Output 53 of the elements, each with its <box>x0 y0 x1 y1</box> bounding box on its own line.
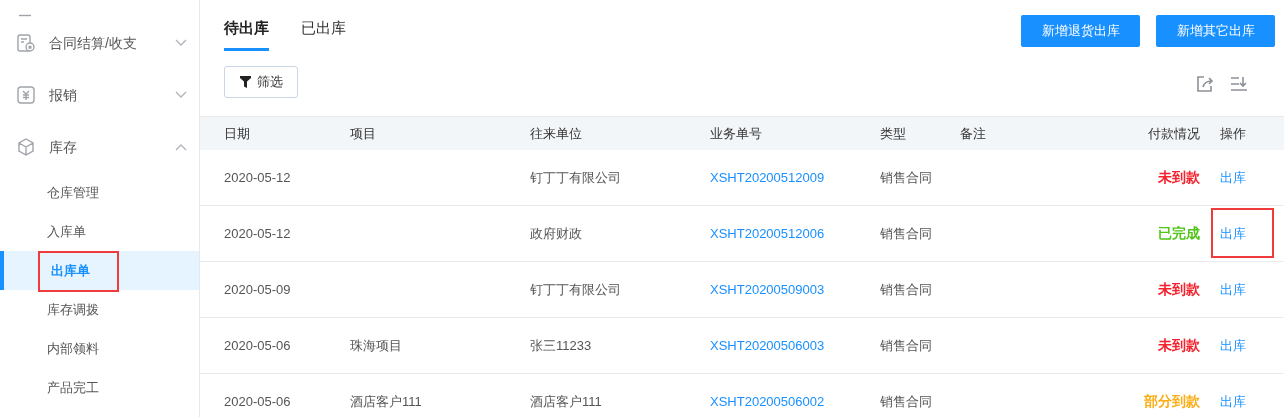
yuan-icon <box>16 85 36 105</box>
partner-cell-text: 酒店客户111 <box>530 392 603 411</box>
order-number-link[interactable]: XSHT20200506003 <box>710 337 825 353</box>
type-cell-text: 销售合同 <box>880 280 933 299</box>
table-header: 日期 项目 往来单位 业务单号 类型 备注 付款情况 操作 <box>200 116 1284 150</box>
order-number-link[interactable]: XSHT20200512009 <box>710 169 825 185</box>
order-number-link[interactable]: XSHT20200509003 <box>710 281 825 297</box>
payment-status: 部分到款 <box>1144 393 1200 409</box>
order-number-link[interactable]: XSHT20200512006 <box>710 225 825 241</box>
date-cell-text: 2020-05-12 <box>224 224 292 243</box>
sidebar-item[interactable]: 库存调拨 <box>0 290 199 329</box>
sidebar-group[interactable]: 库存 <box>0 121 199 173</box>
sidebar-item[interactable]: 产品完工 <box>0 368 199 407</box>
add-button[interactable]: 新增其它出库 <box>1156 15 1275 47</box>
date-cell-text: 2020-05-09 <box>224 280 292 299</box>
sort-icon[interactable] <box>1230 75 1248 93</box>
partner-cell-text: 政府财政 <box>530 224 583 243</box>
outbound-link[interactable]: 出库 <box>1220 169 1246 185</box>
tab[interactable]: 已出库 <box>301 17 346 51</box>
filter-icon <box>239 76 251 88</box>
sidebar-item[interactable]: 内部领料 <box>0 329 199 368</box>
partner-cell-text: 钉丁丁有限公司 <box>530 168 622 187</box>
sidebar-item[interactable]: 仓库管理 <box>0 173 199 212</box>
date-cell-text: 2020-05-12 <box>224 168 292 187</box>
type-cell-text: 销售合同 <box>880 224 933 243</box>
export-icon[interactable] <box>1196 75 1214 93</box>
payment-status: 已完成 <box>1158 225 1200 241</box>
outbound-link[interactable]: 出库 <box>1220 225 1246 241</box>
order-number-link[interactable]: XSHT20200506002 <box>710 393 825 409</box>
outbound-link[interactable]: 出库 <box>1220 337 1246 353</box>
partner-cell-text: 张三11233 <box>530 336 593 355</box>
sidebar-item[interactable]: 入库单 <box>0 212 199 251</box>
sidebar-item[interactable]: 出库单 <box>0 251 199 290</box>
document-icon <box>16 33 36 53</box>
type-cell-text: 销售合同 <box>880 168 933 187</box>
payment-status: 未到款 <box>1158 337 1200 353</box>
payment-status: 未到款 <box>1158 281 1200 297</box>
partner-cell-text: 钉丁丁有限公司 <box>530 280 622 299</box>
outbound-link[interactable]: 出库 <box>1220 393 1246 409</box>
project-cell: 酒店客户111 <box>350 393 422 409</box>
tab[interactable]: 待出库 <box>224 17 269 51</box>
filter-button[interactable]: 筛选 <box>224 66 298 98</box>
type-cell-text: 销售合同 <box>880 392 933 411</box>
sidebar-group[interactable]: 合同结算/收支 <box>0 17 199 69</box>
date-cell-text: 2020-05-06 <box>224 392 292 411</box>
outbound-link[interactable]: 出库 <box>1220 281 1246 297</box>
payment-status: 未到款 <box>1158 169 1200 185</box>
date-cell-text: 2020-05-06 <box>224 336 292 355</box>
type-cell-text: 销售合同 <box>880 336 933 355</box>
sidebar-group[interactable]: 报销 <box>0 69 199 121</box>
project-cell: 珠海项目 <box>350 337 402 353</box>
add-button[interactable]: 新增退货出库 <box>1021 15 1140 47</box>
cube-icon <box>16 137 36 157</box>
